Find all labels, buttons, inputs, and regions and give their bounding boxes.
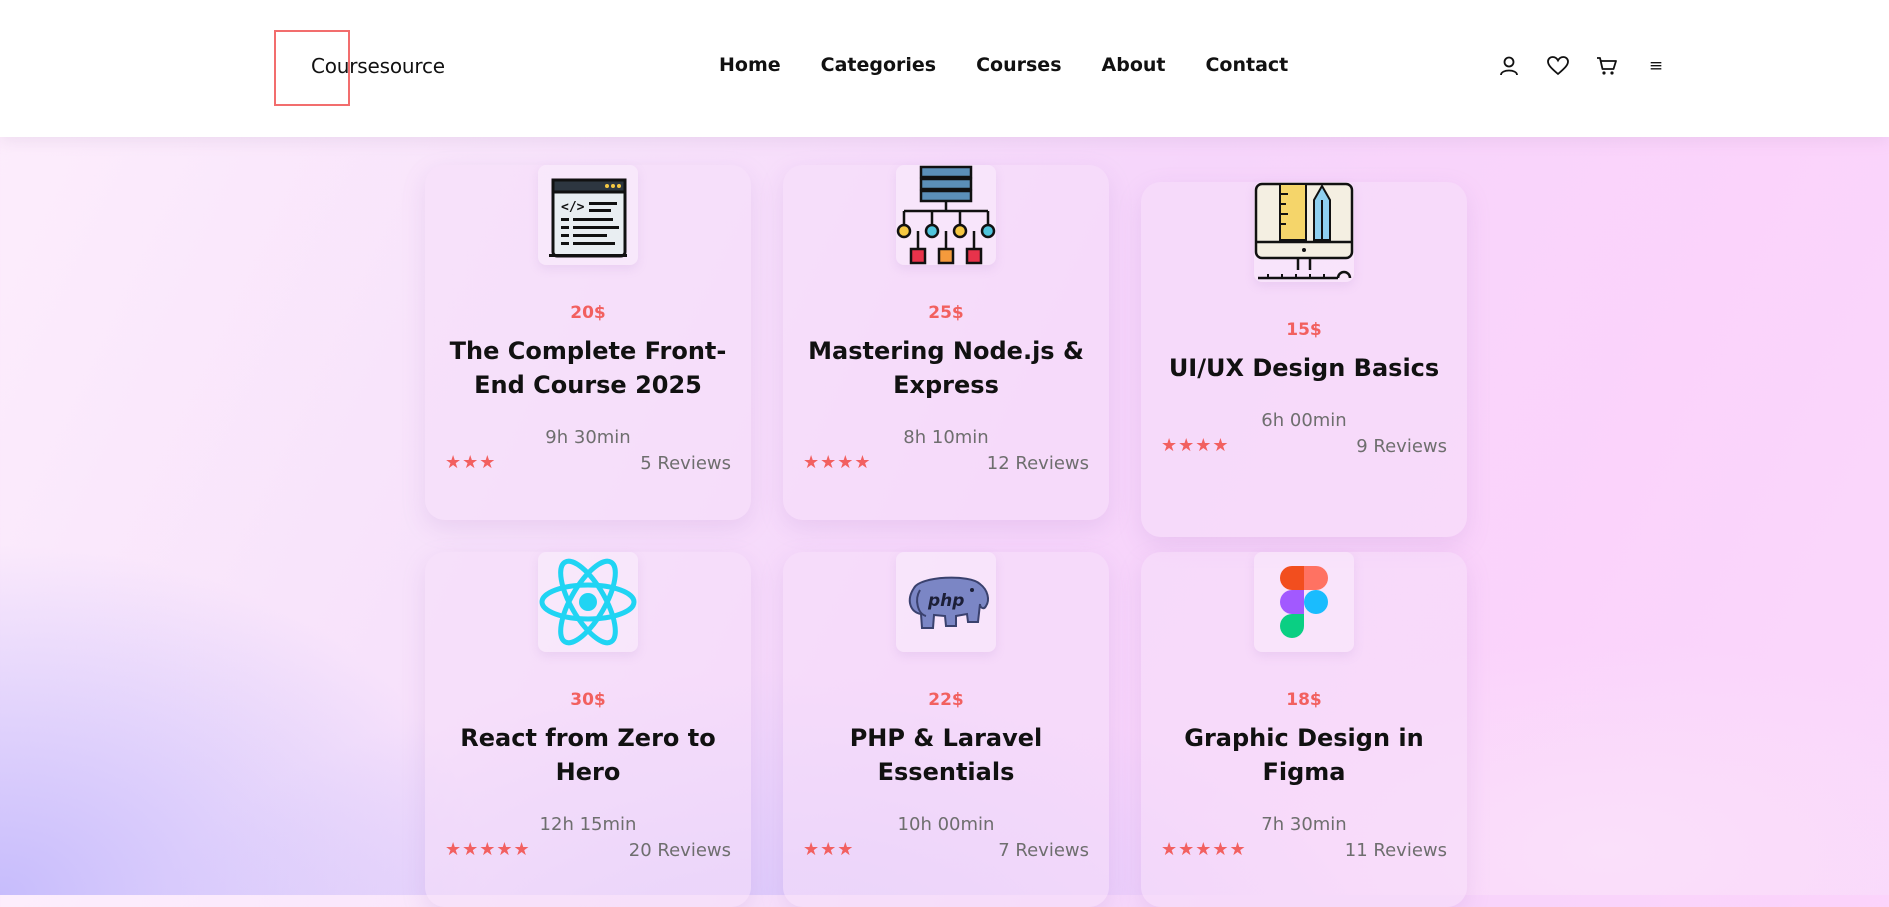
course-title[interactable]: PHP & Laravel Essentials [803,721,1089,789]
course-title[interactable]: React from Zero to Hero [445,721,731,789]
menu-icon[interactable]: ≡ [1645,55,1667,77]
design-monitor-icon [1254,182,1354,282]
server-network-icon [896,165,996,265]
course-price: 20$ [570,303,606,323]
react-logo-icon [538,552,638,652]
course-price: 22$ [928,690,964,710]
nav-home[interactable]: Home [719,54,781,76]
course-duration: 9h 30min [545,427,631,448]
cart-icon[interactable] [1596,55,1618,77]
review-count: 7 Reviews [998,840,1089,861]
review-count: 5 Reviews [640,453,731,474]
course-price: 30$ [570,690,606,710]
course-title[interactable]: The Complete Front-End Course 2025 [445,334,731,402]
course-card[interactable]: php 22$ PHP & Laravel Essentials 10h 00m… [783,552,1109,907]
course-price: 18$ [1286,690,1322,710]
nav-courses[interactable]: Courses [976,54,1061,76]
figma-logo-icon [1254,552,1354,652]
star-rating: ★★★★★ [445,839,531,860]
star-rating: ★★★ [445,452,497,473]
user-icon[interactable] [1498,55,1520,77]
course-title[interactable]: Graphic Design in Figma [1161,721,1447,789]
header-actions: ≡ [1498,55,1667,77]
review-count: 11 Reviews [1344,840,1447,861]
course-price: 15$ [1286,320,1322,340]
nav-about[interactable]: About [1102,54,1166,76]
svg-text:php: php [927,591,964,611]
course-duration: 7h 30min [1261,814,1347,835]
course-duration: 6h 00min [1261,410,1347,431]
site-header: Coursesource Home Categories Courses Abo… [0,0,1889,137]
nav-categories[interactable]: Categories [821,54,936,76]
review-count: 12 Reviews [986,453,1089,474]
course-price: 25$ [928,303,964,323]
star-rating: ★★★★ [1161,435,1230,456]
heart-icon[interactable] [1547,55,1569,77]
code-editor-icon: </> [538,165,638,265]
course-card[interactable]: </> 20$ The Complete Front-End Course 20… [425,165,751,520]
svg-text:</>: </> [561,200,585,215]
star-rating: ★★★★ [803,452,872,473]
course-card[interactable]: 25$ Mastering Node.js & Express 8h 10min… [783,165,1109,520]
main-nav: Home Categories Courses About Contact [719,54,1288,76]
nav-contact[interactable]: Contact [1205,54,1288,76]
star-rating: ★★★★★ [1161,839,1247,860]
review-count: 20 Reviews [628,840,731,861]
course-title[interactable]: Mastering Node.js & Express [803,334,1089,402]
logo-text[interactable]: Coursesource [311,54,445,78]
course-duration: 8h 10min [903,427,989,448]
course-duration: 12h 15min [539,814,637,835]
review-count: 9 Reviews [1356,436,1447,457]
course-card[interactable]: 18$ Graphic Design in Figma 7h 30min ★★★… [1141,552,1467,907]
star-rating: ★★★ [803,839,855,860]
course-card[interactable]: 30$ React from Zero to Hero 12h 15min ★★… [425,552,751,907]
php-elephant-icon: php [896,552,996,652]
course-card[interactable]: 15$ UI/UX Design Basics 6h 00min ★★★★ 9 … [1141,182,1467,537]
course-title[interactable]: UI/UX Design Basics [1161,351,1447,385]
course-duration: 10h 00min [897,814,995,835]
